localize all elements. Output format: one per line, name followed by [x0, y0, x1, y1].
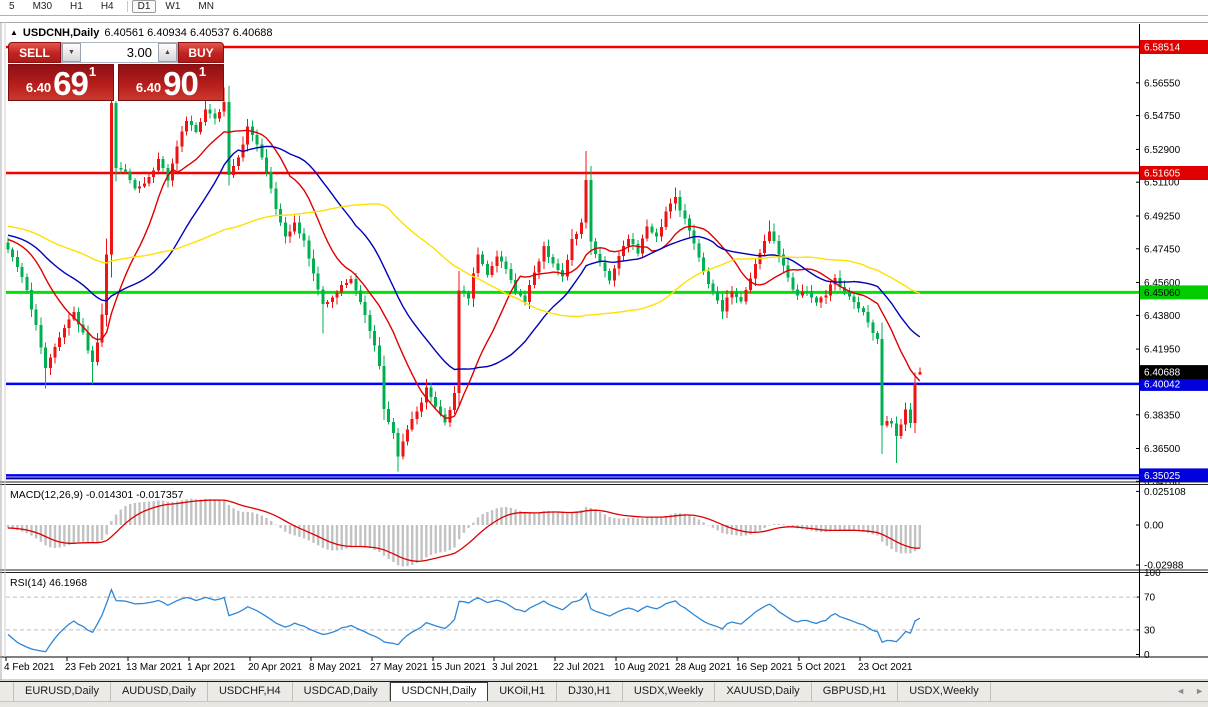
sell-button[interactable]: SELL	[8, 42, 61, 63]
axis-tick-label: 0.025108	[1144, 487, 1186, 498]
chart-tab-audusd-daily[interactable]: AUDUSD,Daily	[111, 682, 208, 702]
sell-price-prefix: 6.40	[25, 80, 52, 95]
pane-frame	[0, 22, 1208, 681]
rsi-value: 46.1968	[49, 577, 88, 589]
axis-tick-label: 6.52900	[1144, 145, 1181, 156]
chart-tab-usdchf-h4[interactable]: USDCHF,H4	[208, 682, 293, 702]
buy-price-pip: 1	[198, 64, 207, 79]
macd-name: MACD(12,26,9)	[10, 489, 83, 501]
rsi-pane-label: RSI(14) 46.1968	[10, 577, 87, 589]
chart-tab-eurusd-daily[interactable]: EURUSD,Daily	[13, 682, 111, 702]
volume-stepper: ▼ 3.00 ▲	[61, 42, 178, 63]
timeframe-button-5[interactable]: 5	[0, 0, 24, 13]
chart-tab-usdx-weekly[interactable]: USDX,Weekly	[898, 682, 991, 702]
chart-tab-usdcad-daily[interactable]: USDCAD,Daily	[293, 682, 390, 702]
sell-price-panel[interactable]: 6.40 69 1	[8, 64, 114, 101]
axis-tick-label: 6.56550	[1144, 78, 1181, 89]
chart-tab-gbpusd-h1[interactable]: GBPUSD,H1	[812, 682, 899, 702]
axis-tick-label: 13 Mar 2021	[126, 662, 183, 673]
timeframe-button-d1[interactable]: D1	[131, 0, 157, 13]
axis-tick-label: 6.40688	[1144, 368, 1181, 379]
status-bar	[0, 701, 1208, 707]
toolbar-separator	[126, 1, 128, 12]
sell-price-pip: 1	[88, 64, 97, 79]
axis-tick-label: 6.35025	[1144, 471, 1181, 482]
axis-tick-label: 27 May 2021	[370, 662, 428, 673]
timeframe-button-h1[interactable]: H1	[61, 0, 92, 13]
macd-pane	[6, 498, 921, 567]
axis-tick-label: 16 Sep 2021	[736, 662, 793, 673]
axis-tick-label: 6.40042	[1144, 379, 1181, 390]
axis-tick-label: 8 May 2021	[309, 662, 362, 673]
axis-tick-label: 6.47450	[1144, 244, 1181, 255]
axis-tick-label: 15 Jun 2021	[431, 662, 486, 673]
chart-tab-ukoil-h1[interactable]: UKOil,H1	[488, 682, 558, 702]
axis-tick-label: 6.51605	[1144, 169, 1181, 180]
axis-tick-label: 5 Oct 2021	[797, 662, 846, 673]
axis-tick-label: 0.00	[1144, 521, 1164, 532]
timeframe-button-mn[interactable]: MN	[189, 0, 223, 13]
chart-canvas[interactable]: 6.565506.547506.529006.511006.492506.474…	[0, 0, 1208, 706]
axis-tick-label: 6.54750	[1144, 111, 1181, 122]
chart-ohlc-values: 6.40561 6.40934 6.40537 6.40688	[104, 27, 273, 39]
axis-tick-label: 22 Jul 2021	[553, 662, 605, 673]
axis-tick-label: 10 Aug 2021	[614, 662, 671, 673]
buy-price-panel[interactable]: 6.40 90 1	[118, 64, 224, 101]
rsi-line	[7, 587, 921, 653]
chart-tab-xauusd-daily[interactable]: XAUUSD,Daily	[715, 682, 812, 702]
axis-tick-label: 6.36500	[1144, 444, 1181, 455]
axis-tick-label: 23 Oct 2021	[858, 662, 913, 673]
buy-price-big: 90	[163, 65, 199, 102]
date-axis: 4 Feb 2021 23 Feb 2021 13 Mar 2021 1 Apr 20…	[4, 657, 913, 673]
macd-pane-label: MACD(12,26,9) -0.014301 -0.017357	[10, 489, 183, 501]
tab-scroll-left-icon[interactable]: ◄	[1176, 686, 1185, 696]
axis-tick-label: 6.45060	[1144, 288, 1181, 299]
timeframe-button-m30[interactable]: M30	[24, 0, 61, 13]
rsi-name: RSI(14)	[10, 577, 47, 589]
axis-tick-label: 0	[1144, 650, 1150, 661]
timeframe-button-h4[interactable]: H4	[92, 0, 123, 13]
macd-values: -0.014301 -0.017357	[85, 489, 184, 501]
axis-tick-label: 30	[1144, 625, 1156, 636]
axis-tick-label: 6.58514	[1144, 42, 1181, 53]
chart-tab-dj30-h1[interactable]: DJ30,H1	[557, 682, 623, 702]
one-click-trading-widget: SELL ▼ 3.00 ▲ BUY 6.40 69 1 6.40 90 1	[8, 42, 224, 101]
tab-scroll-right-icon[interactable]: ►	[1195, 686, 1204, 696]
timeframe-toolbar: 5 M30 H1 H4 D1 W1 MN	[0, 0, 1208, 16]
timeframe-button-w1[interactable]: W1	[156, 0, 189, 13]
price-axis: 6.565506.547506.529006.511006.492506.474…	[1136, 40, 1208, 661]
axis-tick-label: 6.41950	[1144, 345, 1181, 356]
axis-tick-label: 28 Aug 2021	[675, 662, 732, 673]
sell-price-big: 69	[53, 65, 89, 102]
axis-tick-label: 20 Apr 2021	[248, 662, 302, 673]
axis-tick-label: 3 Jul 2021	[492, 662, 539, 673]
axis-tick-label: 6.49250	[1144, 211, 1181, 222]
axis-tick-label: 4 Feb 2021	[4, 662, 55, 673]
collapse-triangle-icon[interactable]: ▲	[10, 29, 18, 37]
volume-decrease-icon[interactable]: ▼	[62, 43, 81, 62]
chart-tab-bar: EURUSD,Daily AUDUSD,Daily USDCHF,H4 USDCAD,…	[0, 681, 1208, 702]
axis-tick-label: 6.43800	[1144, 311, 1181, 322]
chart-tab-usdx-weekly[interactable]: USDX,Weekly	[623, 682, 716, 702]
axis-tick-label: 23 Feb 2021	[65, 662, 122, 673]
axis-tick-label: 70	[1144, 593, 1156, 604]
volume-increase-icon[interactable]: ▲	[158, 43, 177, 62]
axis-tick-label: 1 Apr 2021	[187, 662, 236, 673]
buy-price-prefix: 6.40	[135, 80, 162, 95]
rsi-pane	[6, 587, 1139, 653]
chart-tab-usdcnh-daily[interactable]: USDCNH,Daily	[389, 682, 489, 702]
chart-symbol-label: USDCNH,Daily	[22, 27, 100, 39]
chart-title: ▲ USDCNH,Daily 6.40561 6.40934 6.40537 6…	[10, 27, 273, 39]
axis-tick-label: 6.38350	[1144, 410, 1181, 421]
